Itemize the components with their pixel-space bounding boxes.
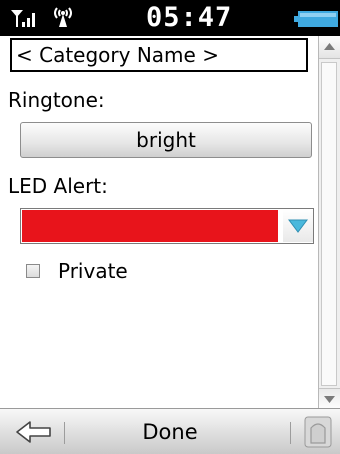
- private-option[interactable]: Private: [26, 258, 226, 284]
- private-label: Private: [58, 259, 128, 283]
- status-clock: 05:47: [146, 2, 233, 33]
- led-alert-label: LED Alert:: [8, 174, 108, 198]
- chevron-down-icon: [288, 219, 308, 233]
- softkey-bar: Done: [0, 408, 340, 454]
- back-arrow-icon[interactable]: [14, 419, 54, 445]
- status-bar: 05:47: [0, 0, 340, 36]
- led-color-swatch: [22, 210, 278, 242]
- radio-antenna-icon: [54, 7, 72, 27]
- led-alert-dropdown[interactable]: [20, 208, 314, 244]
- scroll-down-button[interactable]: [319, 388, 340, 409]
- ringtone-label: Ringtone:: [8, 88, 105, 112]
- vertical-scrollbar[interactable]: [318, 36, 340, 409]
- battery-icon: [294, 11, 338, 27]
- signal-strength-icon: [11, 10, 35, 27]
- scroll-thumb[interactable]: [321, 62, 337, 386]
- arrow-up-icon: [324, 43, 335, 50]
- private-checkbox[interactable]: [26, 264, 40, 278]
- scroll-up-button[interactable]: [319, 36, 340, 59]
- done-button[interactable]: Done: [110, 415, 230, 449]
- ringtone-button[interactable]: bright: [20, 122, 312, 158]
- softkey-divider-right: [290, 422, 291, 444]
- home-button-icon[interactable]: [304, 416, 332, 448]
- arrow-down-icon: [324, 396, 335, 403]
- dropdown-button[interactable]: [283, 210, 313, 242]
- category-edit-form: < Category Name > Ringtone: bright LED A…: [0, 36, 318, 408]
- softkey-divider-left: [64, 422, 65, 444]
- category-name-field[interactable]: < Category Name >: [10, 38, 308, 72]
